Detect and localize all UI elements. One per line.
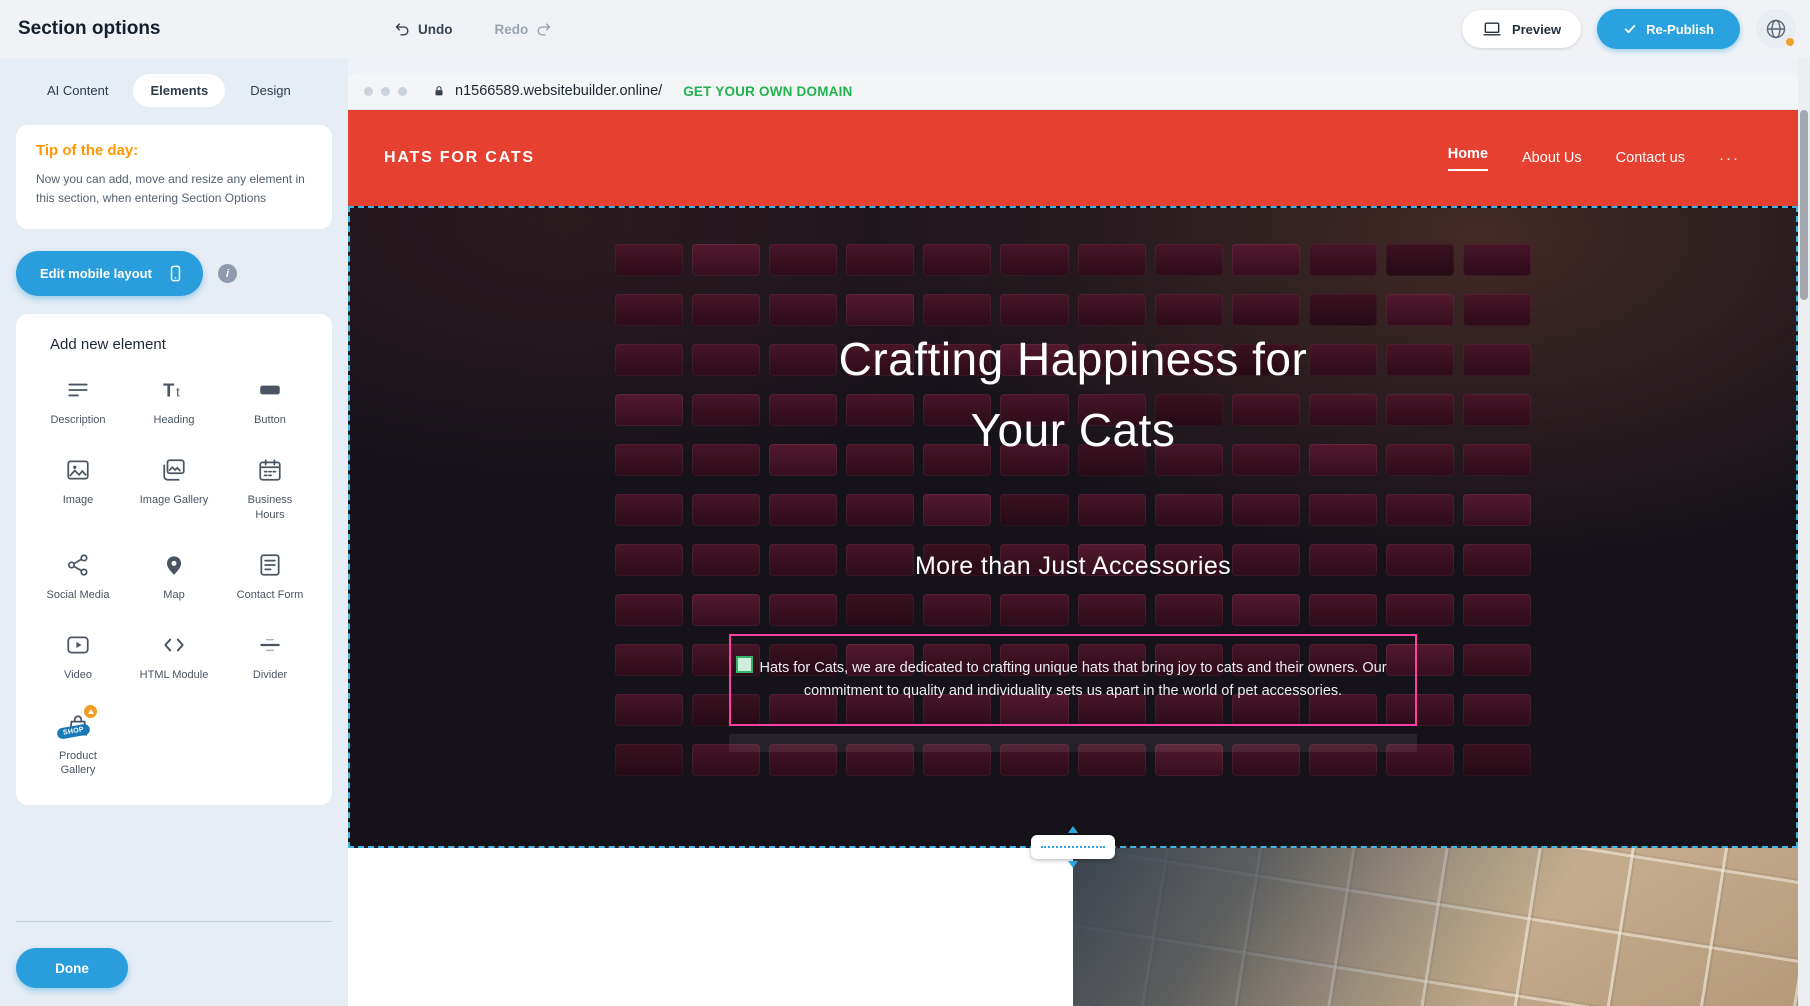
heading-icon: Tt — [159, 375, 189, 405]
element-video[interactable]: Video — [30, 630, 126, 682]
undo-icon — [394, 21, 411, 38]
hero-section-selected[interactable]: Crafting Happiness for Your Cats More th… — [348, 206, 1798, 848]
phone-icon — [166, 264, 185, 283]
section-options-sidebar: AI Content Elements Design Tip of the da… — [0, 58, 348, 1006]
redo-button[interactable]: Redo — [489, 20, 559, 39]
svg-text:T: T — [163, 380, 175, 401]
history-controls: Undo Redo — [388, 20, 558, 39]
scrollbar-thumb[interactable] — [1800, 110, 1808, 300]
element-social-media[interactable]: Social Media — [30, 550, 126, 602]
browser-chrome: n1566589.websitebuilder.online/ GET YOUR… — [348, 73, 1798, 110]
tip-title: Tip of the day: — [36, 142, 312, 159]
notification-dot — [1786, 38, 1794, 46]
arrow-up-icon — [1068, 826, 1078, 833]
undo-button[interactable]: Undo — [388, 20, 459, 39]
element-heading[interactable]: Tt Heading — [126, 375, 222, 427]
contact-form-icon — [255, 550, 285, 580]
add-element-card: Add new element Description Tt Heading — [16, 314, 332, 805]
nav-home[interactable]: Home — [1448, 146, 1488, 171]
business-hours-icon — [255, 455, 285, 485]
get-domain-link[interactable]: GET YOUR OWN DOMAIN — [683, 84, 852, 99]
edit-mobile-row: Edit mobile layout — [16, 251, 332, 296]
redo-icon — [535, 21, 552, 38]
element-business-hours[interactable]: Business Hours — [222, 455, 318, 522]
section-resize-handle[interactable] — [1031, 835, 1115, 859]
nav-more-icon[interactable]: ··· — [1719, 150, 1740, 167]
selected-text-element[interactable]: Hats for Cats, we are dedicated to craft… — [729, 634, 1417, 726]
hero-heading[interactable]: Crafting Happiness for Your Cats — [350, 324, 1796, 467]
globe-icon — [1764, 17, 1788, 41]
element-product-gallery[interactable]: SHOP Product Gallery — [30, 711, 126, 778]
editor-main: n1566589.websitebuilder.online/ GET YOUR… — [348, 58, 1810, 1006]
topbar-actions: Preview Re-Publish — [1462, 9, 1796, 49]
tip-body: Now you can add, move and resize any ele… — [36, 170, 312, 207]
preview-button[interactable]: Preview — [1462, 10, 1581, 48]
element-divider[interactable]: Divider — [222, 630, 318, 682]
button-icon — [255, 375, 285, 405]
check-icon — [1623, 22, 1637, 36]
republish-button[interactable]: Re-Publish — [1597, 9, 1740, 49]
tab-elements[interactable]: Elements — [133, 74, 225, 107]
tab-design[interactable]: Design — [233, 74, 307, 107]
site-nav: Home About Us Contact us ··· — [1448, 146, 1740, 171]
element-contact-form[interactable]: Contact Form — [222, 550, 318, 602]
element-image[interactable]: Image — [30, 455, 126, 522]
element-html-module[interactable]: HTML Module — [126, 630, 222, 682]
element-map[interactable]: Map — [126, 550, 222, 602]
language-globe-button[interactable] — [1756, 9, 1796, 49]
next-section-preview — [348, 848, 1798, 1006]
dotted-resize-line — [1041, 846, 1105, 848]
preview-monitor-icon — [1482, 19, 1502, 39]
topbar: Section options Undo Redo Preview Re-P — [0, 0, 1810, 58]
site-logo[interactable]: HATS FOR CATS — [384, 149, 535, 167]
resize-handle-icon[interactable] — [736, 656, 753, 673]
nav-about-us[interactable]: About Us — [1522, 150, 1582, 166]
hero-subheading[interactable]: More than Just Accessories — [350, 552, 1796, 581]
lock-icon — [432, 84, 446, 98]
tab-ai-content[interactable]: AI Content — [30, 74, 125, 107]
element-description[interactable]: Description — [30, 375, 126, 427]
site-url: n1566589.websitebuilder.online/ — [455, 83, 662, 99]
svg-text:t: t — [176, 385, 180, 400]
hero-body-text: Hats for Cats, we are dedicated to craft… — [759, 657, 1387, 703]
site-canvas: n1566589.websitebuilder.online/ GET YOUR… — [348, 73, 1798, 1006]
sidebar-divider — [16, 921, 332, 922]
window-dots-icon — [364, 87, 407, 96]
site-header: HATS FOR CATS Home About Us Contact us ·… — [348, 110, 1798, 206]
add-element-title: Add new element — [50, 336, 318, 353]
edit-mobile-layout-button[interactable]: Edit mobile layout — [16, 251, 203, 296]
sidebar-tabs: AI Content Elements Design — [30, 74, 348, 107]
element-image-gallery[interactable]: Image Gallery — [126, 455, 222, 522]
element-placeholder-bar — [729, 734, 1417, 752]
nav-contact-us[interactable]: Contact us — [1616, 150, 1685, 166]
tiled-floor-photo — [1073, 848, 1798, 1006]
arrow-down-icon — [1068, 861, 1078, 868]
page-title: Section options — [18, 18, 161, 40]
divider-icon — [255, 630, 285, 660]
video-icon — [63, 630, 93, 660]
product-gallery-icon: SHOP — [63, 711, 93, 741]
done-button[interactable]: Done — [16, 948, 128, 988]
info-icon[interactable] — [218, 264, 237, 283]
sidebar-footer: Done — [0, 921, 348, 1006]
social-media-icon — [63, 550, 93, 580]
image-gallery-icon — [159, 455, 189, 485]
map-pin-icon — [159, 550, 189, 580]
element-button[interactable]: Button — [222, 375, 318, 427]
html-code-icon — [159, 630, 189, 660]
element-grid: Description Tt Heading Button — [30, 375, 318, 777]
page-scrollbar[interactable] — [1798, 58, 1810, 1006]
upgrade-badge-icon — [84, 705, 97, 718]
image-icon — [63, 455, 93, 485]
tip-of-the-day-card: Tip of the day: Now you can add, move an… — [16, 125, 332, 229]
next-section-white — [348, 848, 1073, 1006]
description-icon — [63, 375, 93, 405]
